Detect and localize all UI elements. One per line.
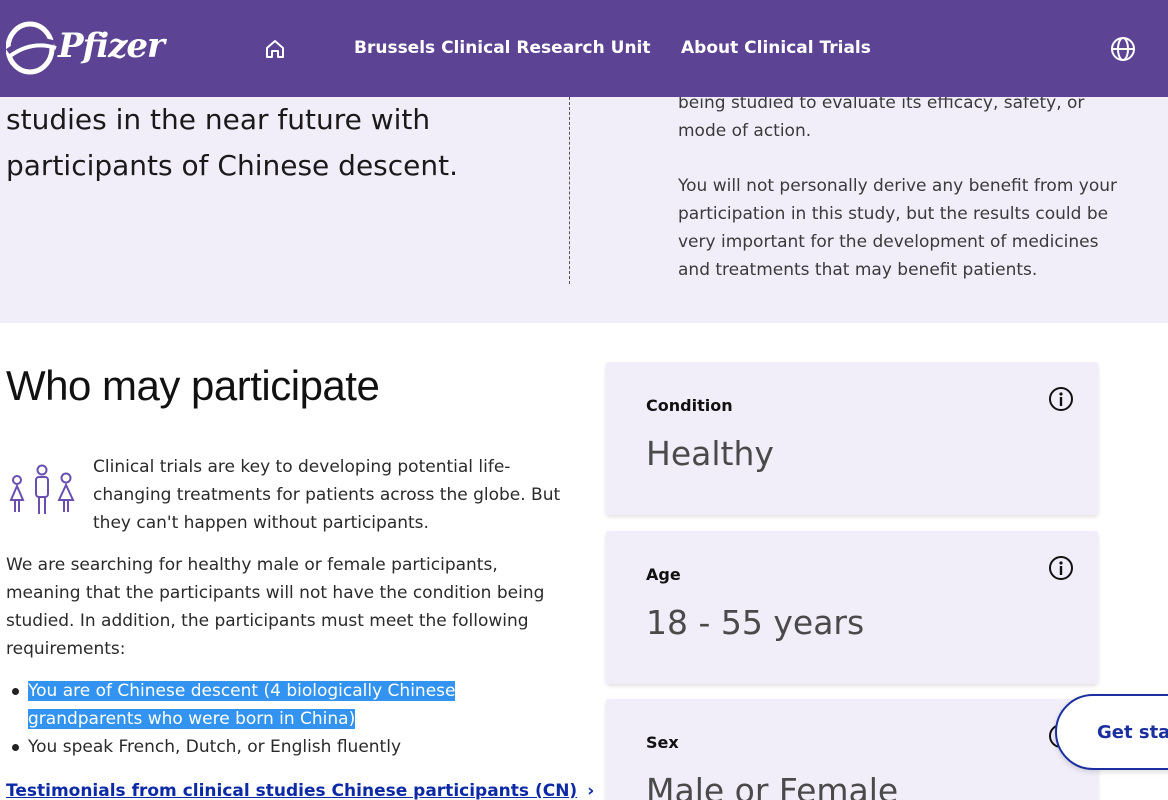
nav-brussels-clinical-research-unit[interactable]: Brussels Clinical Research Unit: [354, 38, 651, 58]
age-card: Age 18 - 55 years: [606, 531, 1098, 684]
get-started-label: Get started: [1097, 722, 1168, 743]
participant-search-text: We are searching for healthy male or fem…: [6, 555, 545, 659]
list-item: You are of Chinese descent (4 biological…: [6, 677, 566, 733]
pfizer-logo-mark-icon: [6, 21, 57, 75]
clinical-trials-intro-text: Clinical trials are key to developing po…: [93, 457, 561, 533]
home-icon[interactable]: [262, 36, 288, 62]
card-value: Healthy: [646, 434, 774, 473]
card-label: Age: [646, 565, 681, 584]
logo-wordmark: Pfizer: [58, 26, 165, 66]
pfizer-logo[interactable]: Pfizer: [6, 18, 165, 78]
list-item: You speak French, Dutch, or English flue…: [6, 733, 566, 761]
sex-card: Sex Male or Female: [606, 699, 1098, 800]
info-icon[interactable]: [1048, 555, 1074, 581]
testimonials-link-label: Testimonials from clinical studies Chine…: [6, 781, 578, 800]
dashed-divider: [569, 97, 570, 284]
testimonials-link[interactable]: Testimonials from clinical studies Chine…: [6, 781, 594, 800]
section-title: Who may participate: [6, 362, 380, 409]
nav-about-clinical-trials[interactable]: About Clinical Trials: [681, 38, 871, 58]
study-intro-paragraph: being studied to evaluate its efficacy, …: [678, 93, 1085, 141]
top-navigation-bar: Pfizer Brussels Clinical Research Unit A…: [0, 0, 1168, 97]
card-value: 18 - 55 years: [646, 603, 865, 642]
people-icon: [6, 464, 78, 516]
get-started-button[interactable]: Get started: [1055, 694, 1168, 770]
chevron-right-icon: ›: [587, 781, 595, 800]
requirements-list: You are of Chinese descent (4 biological…: [6, 677, 566, 761]
card-label: Condition: [646, 396, 733, 415]
globe-icon[interactable]: [1109, 35, 1137, 63]
card-value: Male or Female: [646, 771, 899, 800]
study-intro-heading: studies in the near future with particip…: [6, 103, 459, 182]
requirement-text: You speak French, Dutch, or English flue…: [28, 737, 402, 757]
info-icon[interactable]: [1048, 386, 1074, 412]
condition-card: Condition Healthy: [606, 362, 1098, 515]
selected-requirement-text: You are of Chinese descent (4 biological…: [28, 681, 456, 729]
card-label: Sex: [646, 733, 679, 752]
study-benefit-paragraph: You will not personally derive any benef…: [678, 176, 1118, 280]
